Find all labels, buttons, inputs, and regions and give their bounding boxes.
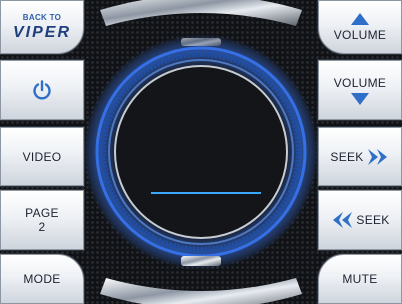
arrow-down-icon [351,92,369,105]
power-icon [33,80,51,100]
display-screen [114,65,288,239]
bottom-chrome-arc [100,278,302,304]
mode-button[interactable]: MODE [0,254,84,304]
mode-label: MODE [23,272,61,286]
double-chevron-right-icon [367,148,387,165]
seek-forward-label: SEEK [330,149,364,164]
arrow-up-icon [351,12,369,25]
top-bracket [181,38,221,46]
video-label: VIDEO [22,149,62,164]
double-chevron-left-icon [333,212,353,228]
back-to-label: BACK TO [22,12,62,22]
seek-forward-button[interactable]: SEEK [318,127,402,186]
volume-up-button[interactable]: VOLUME [318,0,402,54]
top-chrome-arc [100,0,302,26]
volume-down-label: VOLUME [333,75,387,90]
mute-label: MUTE [342,272,378,286]
seek-back-label: SEEK [356,213,390,227]
page-2-button[interactable]: PAGE 2 [0,190,84,250]
volume-down-button[interactable]: VOLUME [318,60,402,120]
viper-logo: VIPER [12,23,71,41]
page-label: PAGE [25,206,59,220]
center-dial [83,0,319,304]
seek-back-button[interactable]: SEEK [318,190,402,250]
volume-up-label: VOLUME [333,27,387,42]
power-button[interactable] [0,60,84,120]
video-button[interactable]: VIDEO [0,127,84,186]
back-to-viper-button[interactable]: BACK TO VIPER [0,0,84,54]
mute-button[interactable]: MUTE [318,254,402,304]
page-number: 2 [38,220,46,234]
bottom-bracket [181,256,221,266]
